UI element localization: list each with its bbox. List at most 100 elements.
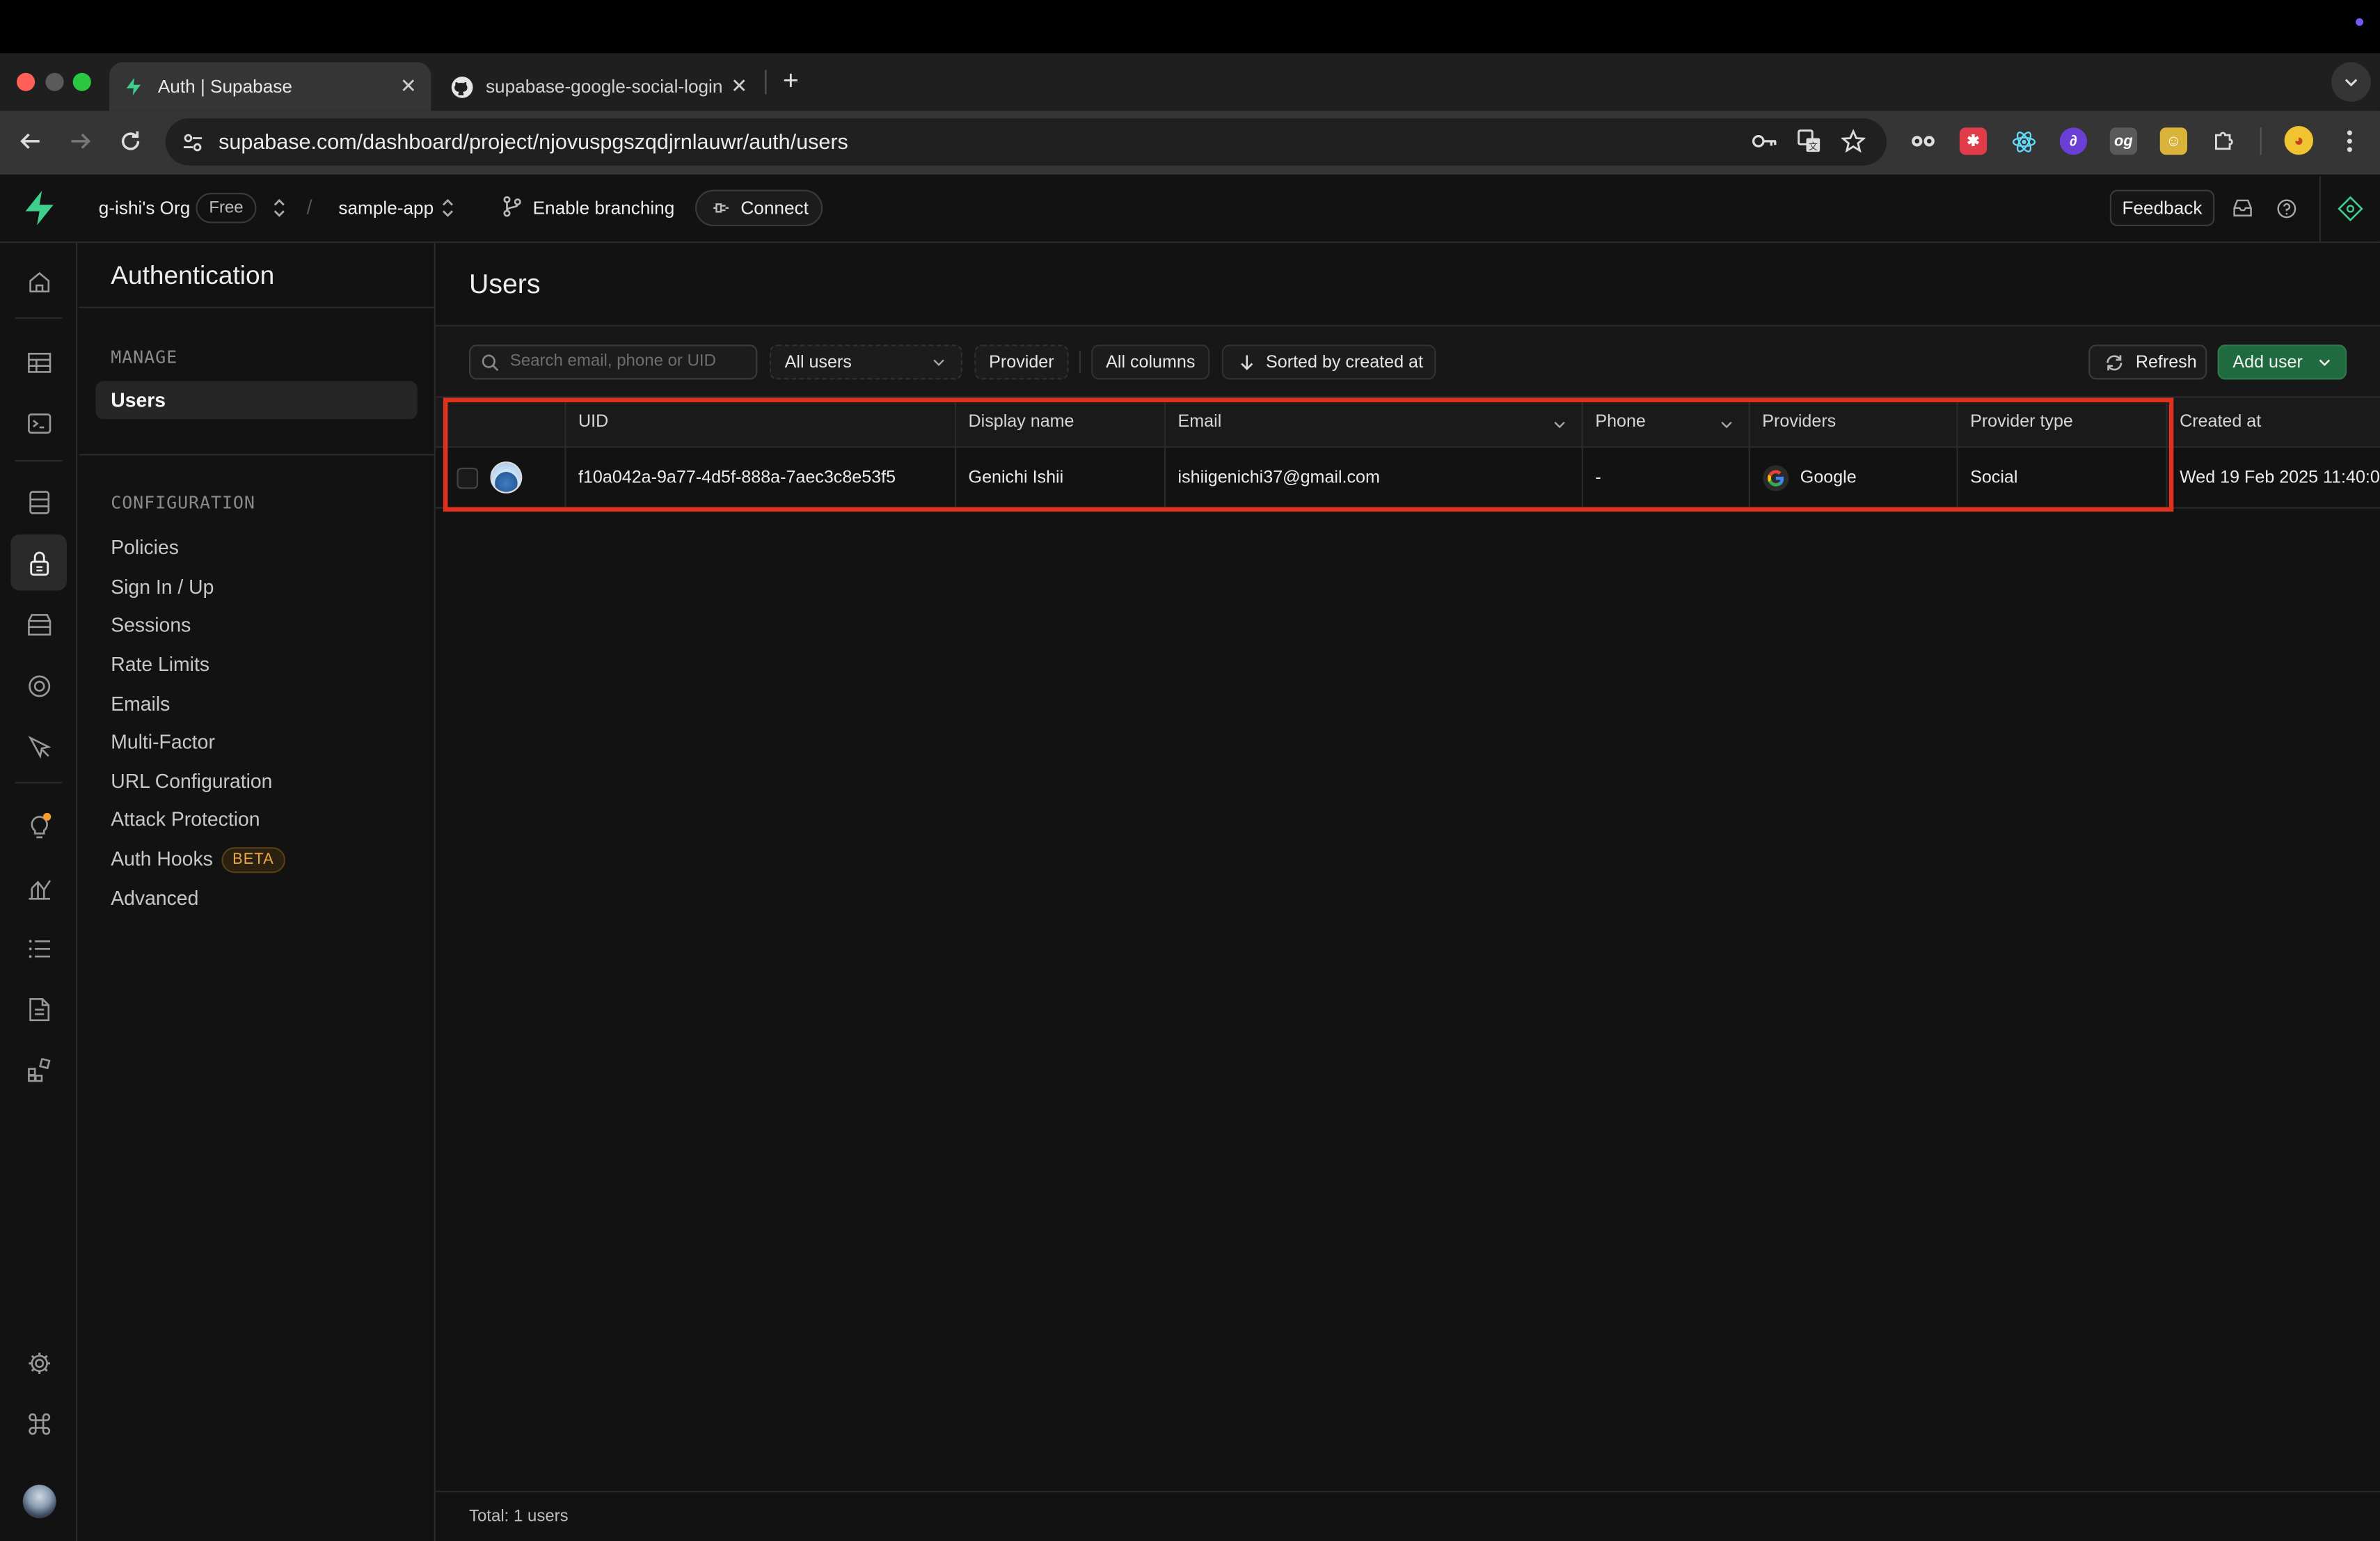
row-checkbox[interactable] [457, 466, 479, 489]
provider-filter[interactable]: Provider [974, 345, 1069, 380]
reload-button[interactable] [114, 125, 148, 158]
user-avatar [490, 461, 523, 493]
sidebar-item-rate-limits[interactable]: Rate Limits [111, 653, 209, 676]
yellow-extension-icon[interactable]: ☺ [2159, 127, 2187, 155]
column-header-provider-type[interactable]: Provider type [1958, 397, 2168, 447]
provider-label: Google [1800, 468, 1857, 487]
red-extension-icon[interactable]: ✱ [1959, 127, 1988, 155]
key-icon[interactable] [1750, 127, 1777, 155]
user-avatar[interactable] [19, 1482, 58, 1520]
chevron-down-icon[interactable] [1553, 418, 1566, 432]
column-header-email[interactable]: Email [1166, 397, 1583, 447]
org-switcher-chevron-icon[interactable] [271, 198, 287, 219]
edge-functions-icon[interactable] [19, 667, 58, 705]
table-footer: Total: 1 users [435, 1491, 2380, 1541]
plug-icon [712, 200, 730, 216]
sql-editor-icon[interactable] [19, 404, 58, 442]
table-row[interactable]: f10a042a-9a77-4d5f-888a-7aec3c8e53f5 Gen… [435, 448, 2380, 509]
integrations-icon[interactable] [19, 1050, 58, 1089]
column-label: Email [1177, 413, 1222, 432]
reports-icon[interactable] [19, 869, 58, 907]
add-user-button[interactable]: Add user [2217, 345, 2347, 380]
feedback-button[interactable]: Feedback [2109, 189, 2215, 227]
logs-icon[interactable] [19, 929, 58, 967]
column-header-providers[interactable]: Providers [1750, 397, 1958, 447]
database-icon[interactable] [19, 483, 58, 521]
connect-button[interactable]: Connect [695, 189, 823, 227]
refresh-button[interactable]: Refresh [2088, 345, 2207, 380]
close-window-button[interactable] [16, 72, 35, 91]
org-name[interactable]: g-ishi's Org [99, 198, 191, 219]
reload-icon [121, 131, 140, 150]
realtime-icon[interactable] [19, 727, 58, 766]
authentication-icon[interactable] [10, 534, 67, 591]
project-name[interactable]: sample-app [338, 198, 434, 219]
api-docs-icon[interactable] [19, 990, 58, 1028]
breadcrumb-separator: / [306, 196, 312, 219]
forward-button[interactable] [64, 125, 97, 158]
supabase-logo-icon[interactable] [19, 188, 59, 228]
enable-branching-button[interactable]: Enable branching [533, 198, 675, 219]
sidebar-item-emails[interactable]: Emails [111, 693, 170, 716]
table-editor-icon[interactable] [19, 343, 58, 381]
assistant-icon[interactable] [2338, 196, 2363, 222]
profile-avatar[interactable]: ◕ [2284, 126, 2314, 155]
maximize-window-button[interactable] [72, 72, 91, 91]
sidebar-item-auth-hooks[interactable]: Auth Hooks BETA [111, 847, 285, 874]
sidebar-item-users[interactable]: Users [95, 381, 418, 420]
advisors-lightbulb-icon[interactable] [19, 806, 58, 844]
inbox-icon[interactable] [2231, 198, 2253, 219]
os-top-bar [0, 0, 2380, 54]
created-at-cell: Wed 19 Feb 2025 11:40:08 G [2180, 468, 2380, 487]
tab-auth-supabase[interactable]: Auth | Supabase ✕ [109, 62, 431, 111]
sidebar-item-advanced[interactable]: Advanced [111, 887, 198, 910]
column-header-display-name[interactable]: Display name [956, 397, 1166, 447]
translate-icon[interactable]: 文 [1795, 127, 1823, 155]
og-extension-icon[interactable]: og [2109, 127, 2138, 155]
sidebar-item-label: Users [111, 388, 166, 412]
user-type-filter[interactable]: All users [769, 345, 962, 380]
purple-extension-icon[interactable]: ∂ [2059, 127, 2088, 155]
address-bar[interactable]: supabase.com/dashboard/project/njovuspgs… [165, 118, 1887, 166]
puzzle-icon[interactable] [2210, 127, 2237, 155]
react-devtools-icon[interactable] [2010, 127, 2037, 155]
rail-divider [15, 782, 63, 784]
divider [79, 306, 434, 308]
site-info-icon[interactable] [179, 129, 206, 156]
sidebar-item-attack-protection[interactable]: Attack Protection [111, 807, 260, 830]
sidebar-item-sessions[interactable]: Sessions [111, 613, 191, 636]
tab-search-button[interactable] [2331, 62, 2371, 102]
back-button[interactable] [14, 125, 47, 158]
search-input[interactable]: Search email, phone or UID [468, 345, 758, 380]
star-icon[interactable] [1840, 127, 1867, 155]
column-header-created-at[interactable]: Created at [2168, 397, 2380, 446]
chevron-down-icon[interactable] [1720, 418, 1734, 432]
close-tab-icon[interactable]: ✕ [395, 74, 422, 99]
new-tab-icon[interactable]: + [776, 65, 807, 96]
chevron-down-icon [933, 359, 944, 366]
sidebar-item-policies[interactable]: Policies [111, 536, 179, 559]
column-header-uid[interactable]: UID [566, 397, 957, 447]
search-placeholder: Search email, phone or UID [509, 352, 716, 371]
auth-sidebar: Authentication MANAGE Users CONFIGURATIO… [79, 243, 436, 1541]
sidebar-item-sign-in-up[interactable]: Sign In / Up [111, 576, 214, 599]
close-tab-icon[interactable]: ✕ [726, 74, 753, 99]
project-switcher-chevron-icon[interactable] [441, 198, 456, 219]
column-header-phone[interactable]: Phone [1583, 397, 1750, 447]
browser-menu-icon[interactable] [2336, 127, 2363, 155]
command-icon[interactable] [19, 1405, 58, 1443]
minimize-window-button[interactable] [45, 72, 64, 91]
sidebar-item-url-configuration[interactable]: URL Configuration [111, 770, 272, 793]
columns-button[interactable]: All columns [1091, 345, 1210, 380]
sort-button[interactable]: Sorted by created at [1221, 345, 1436, 380]
home-icon[interactable] [19, 262, 58, 301]
tab-divider [765, 70, 767, 95]
uid-cell: f10a042a-9a77-4d5f-888a-7aec3c8e53f5 [566, 448, 957, 507]
glasses-extension-icon[interactable] [1910, 127, 1937, 155]
sidebar-item-multi-factor[interactable]: Multi-Factor [111, 730, 215, 753]
plan-badge: Free [196, 193, 257, 223]
help-icon[interactable] [2275, 198, 2296, 219]
storage-icon[interactable] [19, 606, 58, 644]
settings-gear-icon[interactable] [19, 1343, 58, 1382]
tab-github[interactable]: supabase-google-social-login ✕ [437, 62, 762, 111]
